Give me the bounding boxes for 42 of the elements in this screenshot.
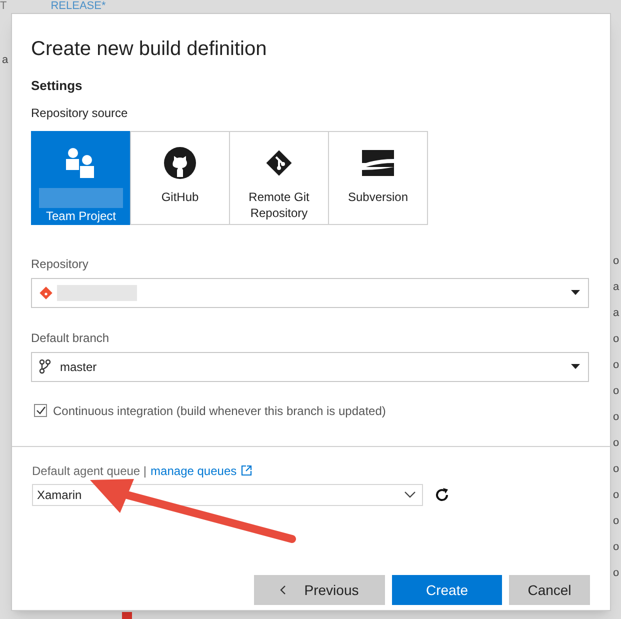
field-label: Default agent queue |: [32, 462, 147, 480]
error-icon: [122, 612, 132, 619]
stripes-logo-icon: [362, 150, 394, 176]
manage-queues-link[interactable]: manage queues: [150, 462, 237, 480]
cancel-button[interactable]: Cancel: [509, 575, 590, 605]
table-cell-text: o: [613, 254, 620, 269]
create-button[interactable]: Create: [392, 575, 502, 605]
checkbox[interactable]: [34, 404, 47, 417]
previous-button[interactable]: Previous: [254, 575, 385, 605]
source-tile[interactable]: GitHub: [130, 130, 230, 224]
branch-icon: [39, 359, 51, 374]
source-tile[interactable]: Remote Git Repository: [229, 130, 329, 224]
external-link-icon[interactable]: [240, 465, 252, 476]
column-header: a: [2, 53, 8, 68]
table-cell-text: o: [613, 462, 620, 477]
table-cell-text: a: [613, 280, 620, 295]
table-cell-text: o: [613, 488, 620, 503]
section-heading: Settings: [31, 77, 84, 95]
queue-dropdown[interactable]: Xamarin: [32, 484, 423, 506]
refresh-icon[interactable]: [434, 486, 450, 502]
chevron-down-icon: [404, 491, 416, 498]
source-tile[interactable]: Subversion: [328, 130, 428, 224]
field-label: Repository: [31, 256, 90, 272]
table-cell-text: o: [613, 358, 620, 373]
table-cell-text: o: [613, 566, 620, 581]
source-tile[interactable]: Team Project: [31, 130, 131, 224]
table-cell-text: o: [613, 514, 620, 529]
table-cell-text: o: [613, 332, 620, 347]
dropdown-arrow-icon: [571, 364, 580, 369]
table-cell-text: a: [613, 306, 620, 321]
table-cell-text: o: [613, 436, 620, 451]
cat-logo-icon: [164, 146, 196, 178]
field-label: Default branch: [31, 330, 110, 346]
checkbox-label: Continuous integration (build whenever this branch is updated): [53, 402, 386, 420]
field-label: Repository source: [31, 104, 129, 122]
table-cell-text: o: [613, 384, 620, 399]
branch-dropdown[interactable]: master: [31, 352, 589, 382]
chevron-left-icon: [280, 585, 286, 595]
dialog-title: Create new build definition: [31, 37, 268, 62]
table-cell-text: o: [613, 540, 620, 555]
dropdown-arrow-icon: [571, 290, 580, 295]
table-cell-text: o: [613, 410, 620, 425]
